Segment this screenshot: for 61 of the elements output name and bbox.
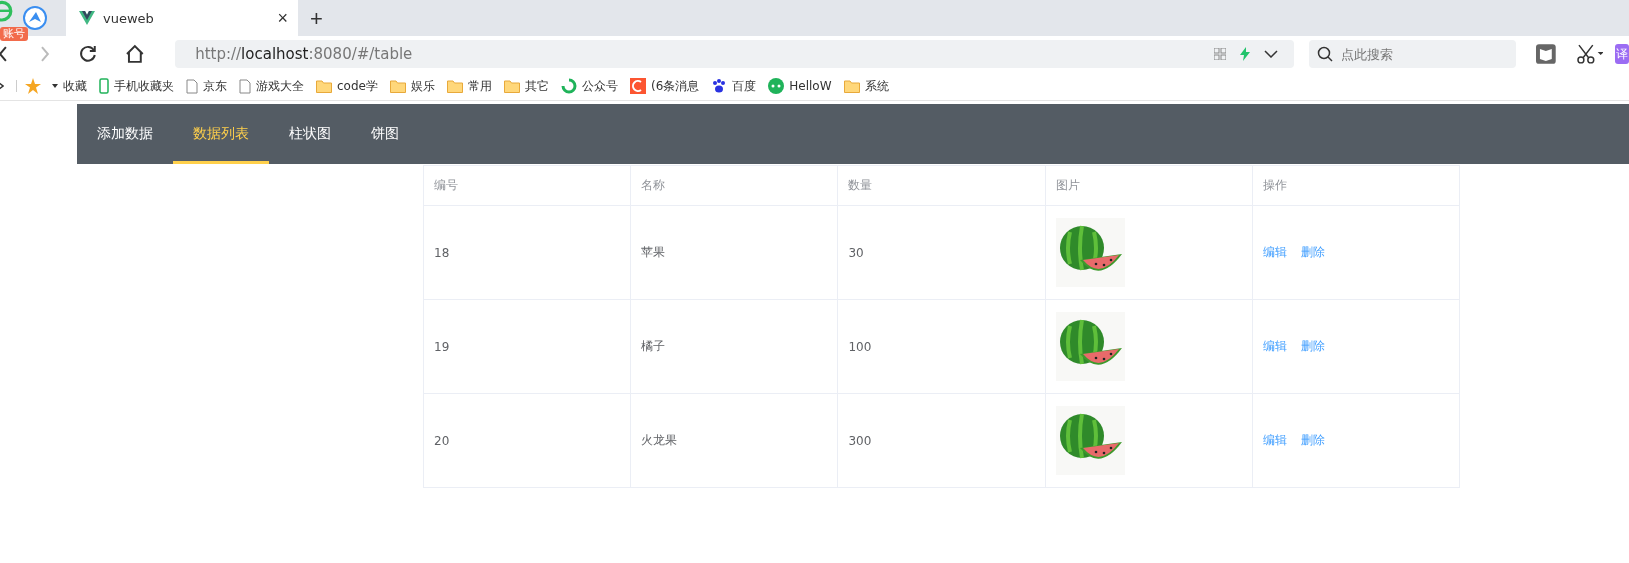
table-cell: 100 (848, 339, 872, 354)
table-cell: 18 (434, 245, 450, 260)
bookmark-item[interactable]: 收藏 (25, 77, 87, 95)
bookmark-item[interactable]: 系统 (843, 77, 889, 95)
table-cell: 火龙果 (641, 432, 678, 449)
bookmark-item[interactable]: 公众号 (560, 77, 618, 95)
bookmark-item[interactable]: HelloW (768, 78, 832, 94)
caret-icon (52, 84, 58, 88)
table-cell: 300 (848, 433, 872, 448)
folder-icon (316, 79, 332, 93)
table-cell: 苹果 (641, 244, 666, 261)
table-cell: 30 (848, 245, 864, 260)
table-cell: 19 (434, 339, 450, 354)
bookmark-item[interactable]: code学 (316, 77, 378, 95)
home-icon[interactable] (125, 44, 146, 64)
bookmark-item[interactable]: 京东 (186, 77, 227, 95)
column-header: 数量 (838, 166, 1046, 206)
bookmark-item[interactable]: 其它 (503, 77, 549, 95)
folder-icon (446, 79, 463, 93)
table-cell: 20 (434, 433, 450, 448)
page-icon (239, 78, 251, 94)
bookmark-item[interactable]: 手机收藏夹 (99, 77, 174, 95)
column-header: 名称 (631, 166, 839, 206)
back-icon[interactable] (0, 45, 8, 63)
folder-icon (389, 79, 406, 93)
account-badge: 账号 (0, 27, 28, 41)
folder-icon (843, 79, 860, 93)
c-logo-icon (629, 78, 646, 94)
search-icon (1316, 46, 1333, 62)
bookmark-item[interactable]: 游戏大全 (239, 77, 304, 95)
vue-logo-icon (79, 11, 95, 25)
page-icon (186, 78, 198, 94)
column-header: 编号 (424, 166, 632, 206)
browser-tab[interactable]: vueweb × (66, 0, 298, 36)
bookmark-item[interactable]: 常用 (446, 77, 492, 95)
tab-title: vueweb (103, 10, 155, 26)
star-icon (25, 78, 41, 94)
scissors-icon[interactable] (1575, 44, 1604, 64)
chevron-down-icon[interactable] (1263, 50, 1278, 58)
nav-tab[interactable]: 柱状图 (269, 104, 351, 164)
book-icon[interactable] (1535, 44, 1556, 64)
column-header: 图片 (1045, 166, 1253, 206)
translate-button[interactable]: 译 (1615, 44, 1629, 64)
new-tab-button[interactable]: + (306, 6, 327, 32)
nav-tab[interactable]: 添加数据 (77, 104, 173, 164)
folder-icon (503, 79, 520, 93)
bookmark-item[interactable]: 百度 (711, 77, 757, 95)
search-field[interactable]: 点此搜索 (1308, 40, 1516, 68)
nav-tab[interactable]: 饼图 (351, 104, 419, 164)
bookmark-item[interactable]: 娱乐 (389, 77, 435, 95)
reload-icon[interactable] (77, 44, 98, 64)
bookmark-item[interactable]: (6条消息 (629, 77, 700, 95)
close-tab-button[interactable]: × (277, 7, 288, 29)
column-header: 操作 (1252, 166, 1460, 206)
table-cell: 橘子 (641, 338, 666, 355)
chat-icon (768, 78, 785, 94)
nav-tab[interactable]: 数据列表 (173, 104, 269, 164)
swirl-icon (560, 78, 577, 94)
address-field[interactable]: http://localhost:8080/#/table (175, 40, 1294, 68)
paw-icon (711, 78, 728, 94)
phone-icon (99, 78, 109, 94)
